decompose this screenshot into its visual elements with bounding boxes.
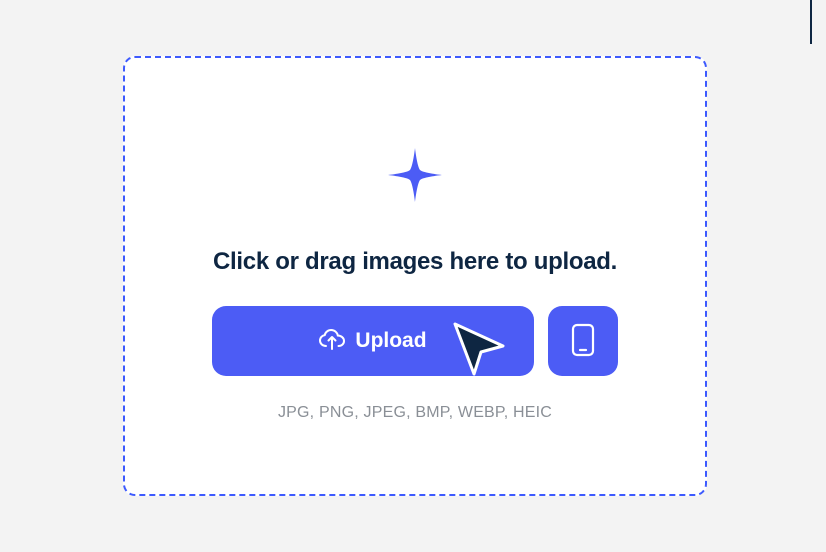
dropzone-heading: Click or drag images here to upload. [213, 248, 617, 276]
sparkle-icon [386, 146, 444, 204]
window-edge [810, 0, 812, 44]
upload-dropzone[interactable]: Click or drag images here to upload. Upl… [123, 56, 707, 496]
supported-formats-text: JPG, PNG, JPEG, BMP, WEBP, HEIC [278, 404, 552, 422]
upload-button[interactable]: Upload [212, 306, 534, 376]
mobile-phone-icon [571, 323, 595, 360]
cloud-upload-icon [319, 329, 345, 354]
mobile-upload-button[interactable] [548, 306, 618, 376]
upload-button-label: Upload [355, 329, 426, 353]
button-row: Upload [212, 306, 618, 376]
